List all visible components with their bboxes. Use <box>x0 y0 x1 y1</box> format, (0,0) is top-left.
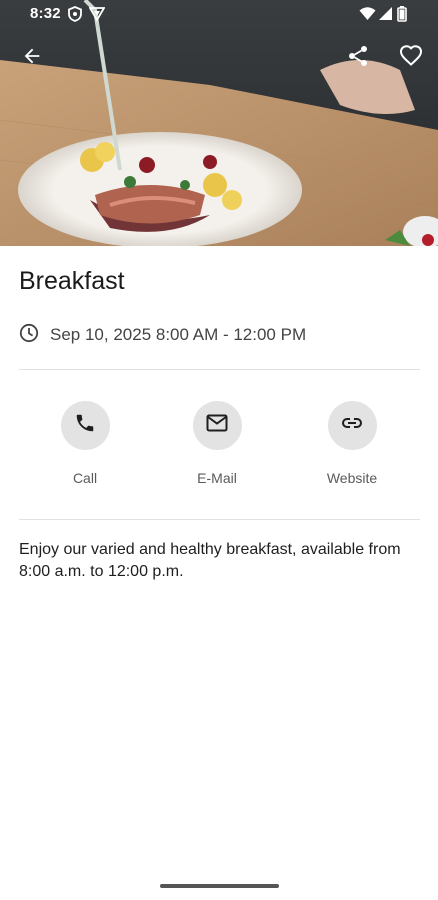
phone-icon <box>74 412 96 439</box>
email-label: E-Mail <box>197 470 237 486</box>
share-button[interactable] <box>340 40 376 76</box>
battery-icon <box>397 6 407 26</box>
favorite-button[interactable] <box>393 40 429 76</box>
link-icon <box>340 411 364 440</box>
shield-icon <box>68 6 82 26</box>
event-title: Breakfast <box>19 267 125 295</box>
call-label: Call <box>72 470 98 486</box>
mail-icon <box>205 411 229 440</box>
call-button[interactable]: Call <box>35 401 135 486</box>
vpn-icon <box>88 6 106 26</box>
event-date-range: Sep 10, 2025 8:00 AM - 12:00 PM <box>50 325 307 344</box>
header-image: 8:32 <box>0 0 438 246</box>
website-icon-circle[interactable] <box>327 401 377 450</box>
divider <box>19 519 420 520</box>
status-time: 8:32 <box>30 5 61 22</box>
arrow-back-icon <box>21 45 43 72</box>
gesture-nav-handle[interactable] <box>160 884 279 888</box>
status-bar: 8:32 <box>0 0 438 28</box>
event-description: Enjoy our varied and healthy breakfast, … <box>19 541 401 580</box>
heart-outline-icon <box>399 44 423 73</box>
divider <box>19 369 420 370</box>
website-label: Website <box>326 470 378 486</box>
clock-icon <box>19 323 39 348</box>
share-icon <box>346 44 370 73</box>
email-icon-circle[interactable] <box>192 401 242 450</box>
food-plate-photo <box>0 0 438 246</box>
wifi-icon <box>359 6 376 25</box>
signal-icon <box>378 6 393 25</box>
back-button[interactable] <box>14 40 50 76</box>
website-button[interactable]: Website <box>302 401 402 486</box>
email-button[interactable]: E-Mail <box>167 401 267 486</box>
call-icon-circle[interactable] <box>60 401 110 450</box>
event-date-row: Sep 10, 2025 8:00 AM - 12:00 PM <box>19 323 306 347</box>
